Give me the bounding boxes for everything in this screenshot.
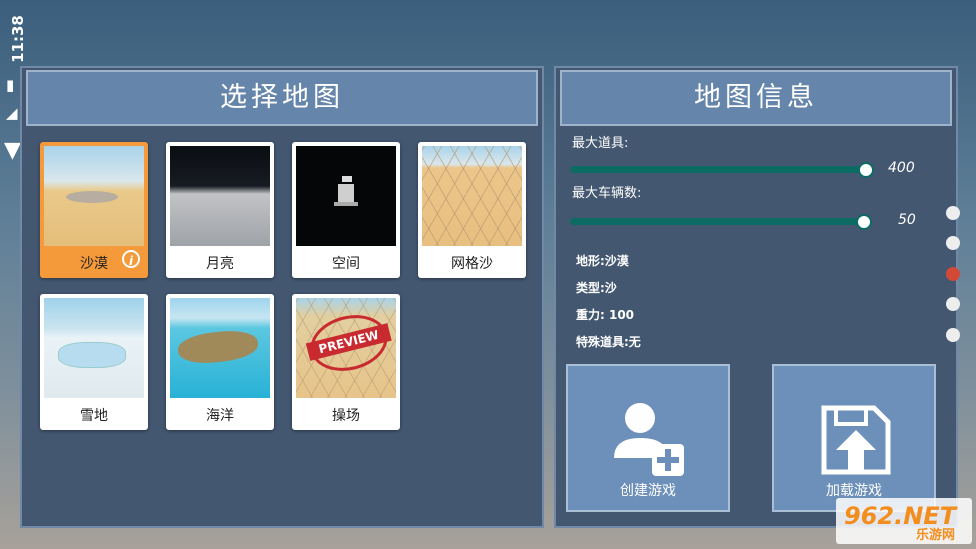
map-select-panel: 选择地图 i 沙漠 i 月亮 i 空间 i 网格沙 i 雪地 i 海洋 PREV… <box>20 66 544 528</box>
type-info: 类型:沙 <box>576 281 617 295</box>
load-game-button[interactable]: 加载游戏 <box>772 364 936 512</box>
satellite-icon <box>334 176 358 216</box>
map-card-snow[interactable]: i 雪地 <box>40 294 148 430</box>
special-items-info: 特殊道具:无 <box>576 335 641 349</box>
max-vehicles-value: 50 <box>898 212 916 228</box>
watermark-logo: 962.NET 乐游网 <box>836 498 972 544</box>
map-thumb-snow <box>44 298 144 398</box>
map-label: 操场 <box>332 408 360 424</box>
map-label: 雪地 <box>80 408 108 424</box>
status-time: 11:38 <box>8 15 27 63</box>
map-card-moon[interactable]: i 月亮 <box>166 142 274 278</box>
map-label: 月亮 <box>206 256 234 272</box>
max-vehicles-slider-knob[interactable] <box>856 214 872 230</box>
max-items-label: 最大道具: <box>572 136 629 151</box>
terrain-info: 地形:沙漠 <box>576 254 629 268</box>
signal-icon: ◢ <box>6 104 18 122</box>
map-info-title: 地图信息 <box>560 70 952 126</box>
page-dot-1[interactable] <box>946 206 960 220</box>
map-thumb-desert <box>44 146 144 246</box>
preview-stamp: PREVIEW <box>304 307 394 379</box>
page-dot-4[interactable] <box>946 297 960 311</box>
map-card-desert[interactable]: i 沙漠 <box>40 142 148 278</box>
load-game-label: 加载游戏 <box>826 483 882 499</box>
max-items-slider-knob[interactable] <box>858 162 874 178</box>
map-card-playground[interactable]: PREVIEW i 操场 <box>292 294 400 430</box>
map-label: 沙漠 <box>80 256 108 272</box>
map-thumb-playground: PREVIEW <box>296 298 396 398</box>
map-thumb-space <box>296 146 396 246</box>
max-vehicles-label: 最大车辆数: <box>572 186 642 201</box>
map-thumb-ocean <box>170 298 270 398</box>
map-thumb-grid-sand <box>422 146 522 246</box>
battery-icon: ▮ <box>6 76 15 94</box>
save-load-icon <box>821 405 891 475</box>
watermark-subtitle: 乐游网 <box>916 528 956 543</box>
create-game-label: 创建游戏 <box>620 483 676 499</box>
page-dot-2[interactable] <box>946 236 960 250</box>
create-game-button[interactable]: 创建游戏 <box>566 364 730 512</box>
map-card-ocean[interactable]: i 海洋 <box>166 294 274 430</box>
map-info-panel: 地图信息 最大道具: 400 最大车辆数: 50 地形:沙漠 类型:沙 重力: … <box>554 66 958 528</box>
map-card-space[interactable]: i 空间 <box>292 142 400 278</box>
map-label: 空间 <box>332 256 360 272</box>
max-vehicles-slider[interactable] <box>570 218 870 225</box>
map-select-title: 选择地图 <box>26 70 538 126</box>
max-items-value: 400 <box>888 160 915 176</box>
add-user-icon <box>614 403 684 476</box>
wifi-icon: ▼ <box>4 138 21 163</box>
page-dot-5[interactable] <box>946 328 960 342</box>
gravity-info: 重力: 100 <box>576 308 635 322</box>
map-label: 网格沙 <box>451 256 493 272</box>
map-card-grid-sand[interactable]: i 网格沙 <box>418 142 526 278</box>
max-items-slider[interactable] <box>570 166 870 173</box>
map-thumb-moon <box>170 146 270 246</box>
page-dot-3[interactable] <box>946 267 960 281</box>
map-label: 海洋 <box>206 408 234 424</box>
